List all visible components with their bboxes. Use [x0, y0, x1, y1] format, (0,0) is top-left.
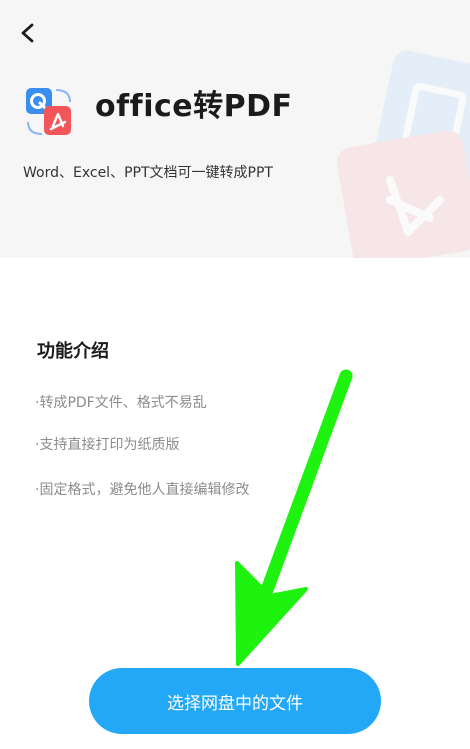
office-to-pdf-icon: [26, 88, 71, 135]
feature-item: ·固定格式，避免他人直接编辑修改: [35, 482, 250, 498]
page-subtitle: Word、Excel、PPT文档可一键转成PPT: [23, 165, 273, 181]
page-title: office转PDF: [95, 89, 293, 124]
feature-item: ·转成PDF文件、格式不易乱: [35, 395, 207, 411]
document-pdf-decoration-icon: [336, 50, 470, 258]
header-banner: office转PDF Word、Excel、PPT文档可一键转成PPT: [0, 0, 470, 258]
feature-intro-title: 功能介绍: [37, 341, 109, 362]
feature-item: ·支持直接打印为纸质版: [35, 437, 180, 453]
chevron-left-icon: [21, 23, 34, 43]
page: office转PDF Word、Excel、PPT文档可一键转成PPT 功能介绍…: [0, 0, 470, 749]
select-cloud-file-button[interactable]: 选择网盘中的文件: [89, 668, 381, 734]
back-button[interactable]: [14, 18, 42, 48]
